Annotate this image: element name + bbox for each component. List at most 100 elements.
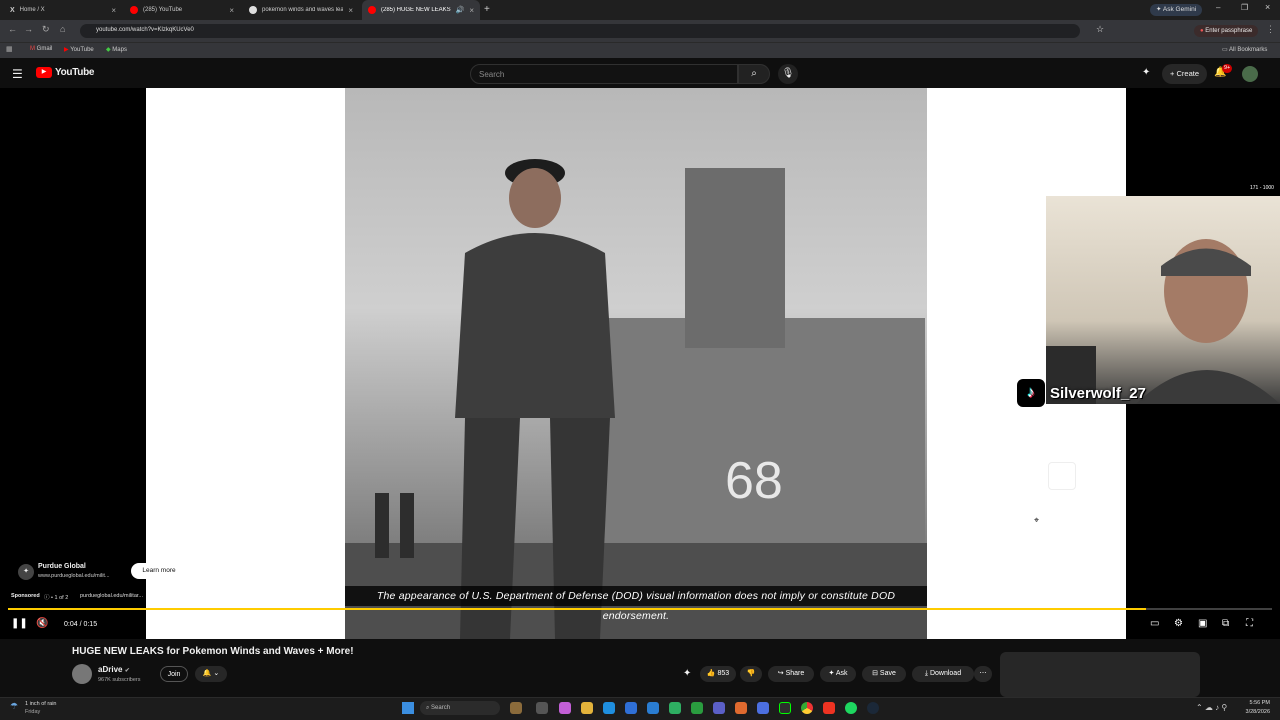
bookmark-maps[interactable]: ◆ Maps: [106, 46, 127, 53]
address-bar[interactable]: youtube.com/watch?v=KlzkqKUcVe0: [80, 24, 1080, 38]
search-button[interactable]: ⌕: [738, 64, 770, 84]
bookmark-gmail[interactable]: M Gmail: [30, 46, 52, 52]
sailor-aircraft-carrier-scene: 68: [345, 159, 927, 639]
close-icon[interactable]: ×: [111, 6, 116, 15]
mute-button[interactable]: 🔇: [36, 618, 48, 629]
widget-icon[interactable]: [510, 702, 522, 714]
store-icon[interactable]: [625, 702, 637, 714]
edge-icon[interactable]: [603, 702, 615, 714]
recommended-video-thumbnail[interactable]: [1000, 652, 1200, 697]
weather-text[interactable]: 1 inch of rain: [25, 701, 57, 707]
gaming-icon[interactable]: ✦: [1142, 67, 1150, 78]
taskbar-search[interactable]: ⌕ Search: [420, 701, 500, 715]
close-icon[interactable]: ×: [229, 6, 234, 15]
tiktok-handle-overlay: ♪ Silverwolf_27: [1017, 378, 1163, 408]
video-title: HUGE NEW LEAKS for Pokemon Winds and Wav…: [72, 646, 354, 657]
xbox-icon[interactable]: [691, 702, 703, 714]
search-icon: ⌕: [426, 705, 430, 711]
tab-active-video[interactable]: (285) HUGE NEW LEAKS fo 🔊 ×: [362, 0, 480, 20]
terminal-icon[interactable]: [779, 702, 791, 714]
subtitles-button[interactable]: ▭: [1150, 618, 1159, 629]
close-icon[interactable]: ×: [469, 6, 474, 15]
learn-more-button[interactable]: Learn more: [131, 563, 187, 579]
spotify-icon[interactable]: [845, 702, 857, 714]
back-icon[interactable]: ←: [8, 24, 17, 34]
task-view-icon[interactable]: [536, 702, 548, 714]
ask-gemini-button[interactable]: ✦ Ask Gemini: [1150, 4, 1203, 16]
miniplayer-button[interactable]: ▣: [1198, 618, 1207, 629]
ask-button[interactable]: ✦ Ask: [820, 666, 856, 682]
join-button[interactable]: Join: [160, 666, 188, 682]
chrome-icon[interactable]: [801, 702, 813, 714]
mail-icon[interactable]: [647, 702, 659, 714]
dislike-button[interactable]: 👎: [740, 666, 762, 682]
microphone-icon: 🎙: [781, 68, 795, 79]
subscribed-bell-button[interactable]: 🔔 ⌄: [195, 666, 227, 682]
clock-date[interactable]: 3/28/2026: [1240, 709, 1270, 715]
forward-icon[interactable]: →: [24, 24, 33, 34]
browser-menu-icon[interactable]: ⋮: [1266, 24, 1275, 35]
ad-domain[interactable]: purdueglobal.edu/militar...: [80, 593, 143, 599]
share-icon: ↪: [777, 670, 784, 677]
create-button[interactable]: + Create: [1162, 64, 1207, 84]
recording-app-icon[interactable]: [823, 702, 835, 714]
channel-name[interactable]: aDrive ✔: [98, 665, 130, 674]
close-icon[interactable]: ×: [348, 6, 353, 15]
settings-button[interactable]: ⚙: [1174, 618, 1183, 629]
windows-start-icon[interactable]: [402, 702, 414, 714]
youtube-logo[interactable]: ▶ YouTube: [36, 67, 95, 78]
tab-home-x[interactable]: X Home / X ×: [4, 0, 122, 20]
pause-button[interactable]: ❚❚: [11, 618, 28, 629]
ad-count-text: 1 of 2: [54, 595, 69, 601]
firefox-icon[interactable]: [735, 702, 747, 714]
weather-icon[interactable]: ☂: [10, 701, 18, 712]
voice-search-button[interactable]: 🎙: [778, 64, 798, 84]
copilot-icon[interactable]: [559, 702, 571, 714]
tiktok-username: Silverwolf_27: [1050, 384, 1146, 402]
info-icon[interactable]: ⓘ: [44, 595, 50, 601]
download-button[interactable]: ⤓ Download: [912, 666, 974, 682]
tab-google-search[interactable]: pokemon winds and waves leak ×: [243, 0, 359, 20]
cast-button[interactable]: ⧉: [1222, 618, 1229, 629]
steam-icon[interactable]: [867, 702, 879, 714]
hamburger-menu-icon[interactable]: ☰: [12, 67, 23, 81]
bookmark-label: Gmail: [36, 46, 53, 52]
hype-icon[interactable]: ✦: [683, 668, 691, 679]
advertiser-name[interactable]: Purdue Global: [38, 563, 86, 570]
system-tray-icons[interactable]: ⌃ ☁ ♪ ⚲: [1196, 703, 1227, 712]
bookmark-star-icon[interactable]: ☆: [1096, 24, 1104, 35]
speaker-icon[interactable]: 🔊: [456, 6, 465, 14]
advertiser-url[interactable]: www.purdueglobal.edu/milit...: [38, 573, 110, 579]
file-explorer-icon[interactable]: [581, 702, 593, 714]
excel-icon[interactable]: [669, 702, 681, 714]
passphrase-button[interactable]: ● Enter passphrase: [1194, 25, 1259, 37]
account-avatar[interactable]: [1242, 66, 1258, 82]
svg-text:68: 68: [725, 452, 783, 510]
clock-time[interactable]: 5:56 PM: [1244, 700, 1270, 706]
advertiser-logo[interactable]: ✦: [18, 564, 34, 580]
mouse-cursor: ⌖: [1034, 515, 1040, 525]
reload-icon[interactable]: ↻: [42, 24, 50, 35]
fullscreen-button[interactable]: ⛶: [1246, 618, 1253, 629]
new-tab-button[interactable]: +: [484, 4, 490, 15]
channel-avatar[interactable]: [72, 664, 92, 684]
restore-button[interactable]: ❐: [1241, 3, 1248, 12]
x-logo-icon: X: [10, 6, 15, 14]
share-button[interactable]: ↪ Share: [768, 666, 814, 682]
all-bookmarks-button[interactable]: ▭ All Bookmarks: [1222, 46, 1267, 53]
minimize-button[interactable]: –: [1216, 3, 1220, 12]
tab-title: (285) YouTube: [143, 7, 183, 13]
apps-grid-icon[interactable]: ▦: [6, 45, 13, 53]
bookmark-youtube[interactable]: ▶ YouTube: [64, 46, 94, 53]
window-close-button[interactable]: ×: [1265, 2, 1270, 12]
miniplayer-icon: ▣: [1198, 618, 1208, 629]
tab-youtube[interactable]: (285) YouTube ×: [124, 0, 240, 20]
discord-icon[interactable]: [757, 702, 769, 714]
home-icon[interactable]: ⌂: [60, 24, 65, 34]
like-button[interactable]: 👍 853: [700, 666, 736, 682]
more-actions-button[interactable]: ⋯: [974, 666, 992, 682]
tiktok-icon: ♪: [1017, 379, 1045, 407]
save-button[interactable]: ⊟ Save: [862, 666, 906, 682]
teams-icon[interactable]: [713, 702, 725, 714]
search-input[interactable]: Search: [470, 64, 738, 84]
